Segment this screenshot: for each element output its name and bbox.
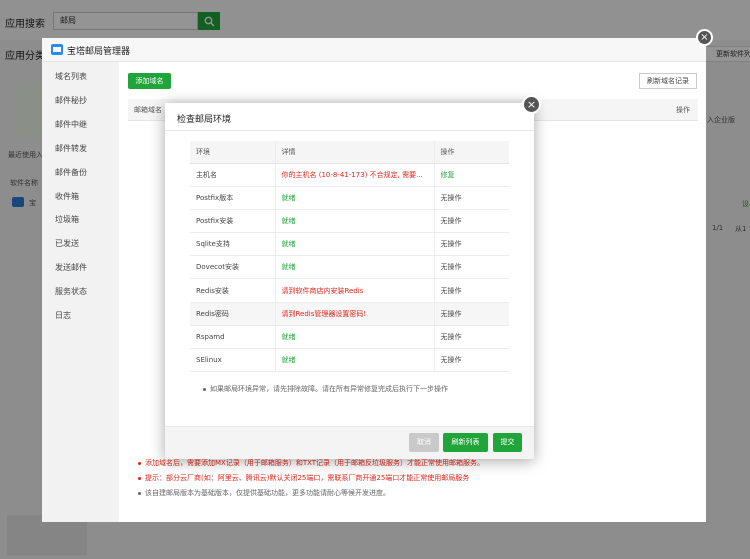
env-detail: 请到软件商店内安装Redis [274, 278, 434, 303]
sidebar-item-sent[interactable]: 已发送 [55, 238, 79, 249]
table-row: Dovecot安装 就绪 无操作 [190, 255, 509, 280]
table-row: Redis安装 请到软件商店内安装Redis 无操作 [190, 278, 509, 303]
env-name: Redis安装 [190, 278, 275, 303]
tip-basic-version: 该自建邮局版本为基础版本，仅提供基础功能，更多功能请耐心等候开发进度。 [138, 488, 390, 498]
refresh-domain-records-button[interactable]: 刷新域名记录 [639, 73, 697, 89]
env-detail: 就绪 [274, 325, 434, 350]
table-row: Redis密码 请到Redis管理器设置密码! 无操作 [190, 302, 509, 326]
table-row: Sqlite支持 就绪 无操作 [190, 232, 509, 257]
env-name: Sqlite支持 [190, 232, 275, 257]
env-check-close-button[interactable]: × [522, 95, 541, 114]
mail-manager-close-button[interactable]: × [696, 29, 713, 46]
domain-column-header: 邮箱域名 [134, 106, 162, 114]
env-name: Redis密码 [190, 302, 275, 326]
env-detail: 就绪 [274, 232, 434, 257]
env-name: Dovecot安装 [190, 255, 275, 280]
tip-port-25: 提示：部分云厂商(如：阿里云、腾讯云)默认关闭25端口，需联系厂商开通25端口才… [138, 473, 469, 483]
sidebar-item-inbox[interactable]: 收件箱 [55, 191, 79, 202]
action-column-header: 操作 [433, 141, 509, 164]
action-column-header: 操作 [676, 106, 690, 114]
env-name: Postfix安装 [190, 209, 275, 234]
sidebar-item-mail-backup[interactable]: 邮件备份 [55, 167, 87, 178]
sidebar-item-logs[interactable]: 日志 [55, 310, 71, 321]
table-row: Rspamd 就绪 无操作 [190, 325, 509, 350]
env-check-titlebar: 检查邮局环境 [165, 103, 534, 131]
env-check-dialog: 检查邮局环境 环境 详情 操作 主机名 你的主机名 (10-8-41-173) … [165, 103, 534, 459]
table-row: Postfix版本 就绪 无操作 [190, 186, 509, 210]
sidebar-item-mail-relay[interactable]: 邮件中继 [55, 119, 87, 130]
mail-manager-titlebar: 宝塔邮局管理器 [42, 38, 706, 62]
sidebar-item-domain-list[interactable]: 域名列表 [55, 71, 87, 82]
mail-icon [51, 44, 63, 55]
env-check-footer: 取消 刷新列表 提交 [165, 426, 534, 459]
env-name: 主机名 [190, 163, 275, 187]
env-detail: 就绪 [274, 348, 434, 373]
fix-link[interactable]: 修复 [433, 163, 509, 187]
env-check-title: 检查邮局环境 [177, 115, 232, 125]
mail-manager-title: 宝塔邮局管理器 [67, 47, 131, 57]
env-name: Rspamd [190, 325, 275, 350]
env-column-header: 环境 [190, 141, 275, 164]
env-action: 无操作 [433, 232, 509, 257]
env-action: 无操作 [433, 325, 509, 350]
env-name: SElinux [190, 348, 275, 373]
env-name: Postfix版本 [190, 186, 275, 210]
refresh-list-button[interactable]: 刷新列表 [443, 433, 488, 452]
sidebar-item-spam[interactable]: 垃圾箱 [55, 214, 79, 225]
sidebar-item-service-status[interactable]: 服务状态 [55, 286, 87, 297]
env-check-table: 环境 详情 操作 主机名 你的主机名 (10-8-41-173) 不合规定, 需… [190, 141, 509, 373]
env-table-header-row: 环境 详情 操作 [190, 141, 509, 164]
table-row: 主机名 你的主机名 (10-8-41-173) 不合规定, 需要... 修复 [190, 163, 509, 187]
env-detail: 请到Redis管理器设置密码! [274, 302, 434, 326]
tip-dns-records: 添加域名后，需要添加MX记录（用于邮箱服务）和TXT记录（用于邮箱反垃圾服务）才… [138, 458, 484, 468]
detail-column-header: 详情 [274, 141, 434, 164]
env-detail: 你的主机名 (10-8-41-173) 不合规定, 需要... [274, 163, 434, 187]
table-row: Postfix安装 就绪 无操作 [190, 209, 509, 234]
env-action: 无操作 [433, 186, 509, 210]
add-domain-button[interactable]: 添加域名 [128, 73, 171, 89]
cancel-button[interactable]: 取消 [409, 433, 439, 452]
sidebar-item-send-mail[interactable]: 发送邮件 [55, 262, 87, 273]
env-detail: 就绪 [274, 209, 434, 234]
env-check-note: 如果邮局环境异常，请先排除故障。请在所有异常修复完成后执行下一步操作 [203, 384, 448, 394]
sidebar-item-mail-bcc[interactable]: 邮件秘抄 [55, 95, 87, 106]
env-detail: 就绪 [274, 255, 434, 280]
mail-manager-sidebar: 域名列表 邮件秘抄 邮件中继 邮件转发 邮件备份 收件箱 垃圾箱 已发送 发送邮… [42, 62, 119, 522]
env-detail: 就绪 [274, 186, 434, 210]
submit-button[interactable]: 提交 [493, 433, 522, 452]
env-action: 无操作 [433, 278, 509, 303]
env-action: 无操作 [433, 209, 509, 234]
sidebar-item-mail-forward[interactable]: 邮件转发 [55, 143, 87, 154]
env-action: 无操作 [433, 302, 509, 326]
table-row: SElinux 就绪 无操作 [190, 348, 509, 373]
env-action: 无操作 [433, 348, 509, 373]
env-action: 无操作 [433, 255, 509, 280]
